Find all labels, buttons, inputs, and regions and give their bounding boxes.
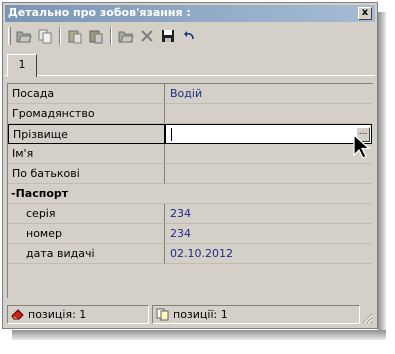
- row-label: Ім'я: [8, 144, 165, 164]
- window-title: Детально про зобов'язання :: [8, 6, 191, 19]
- status-panel-right: позиції: 1: [152, 305, 360, 324]
- row-value[interactable]: 02.10.2012: [165, 244, 372, 264]
- status-panel-left: позиція: 1: [7, 305, 149, 324]
- property-grid: Посада Водій Громадянство Прізвище ... І…: [7, 83, 373, 298]
- copy-icon: [156, 308, 170, 326]
- status-bar: позиція: 1 позиції: 1: [5, 303, 375, 326]
- mouse-cursor-icon: [353, 134, 371, 159]
- grid-row-number[interactable]: номер 234: [8, 224, 372, 244]
- group-label: Паспорт: [15, 187, 69, 200]
- grid-row-series[interactable]: серія 234: [8, 204, 372, 224]
- open-icon[interactable]: [14, 27, 34, 45]
- row-label: Прізвище: [8, 124, 165, 144]
- row-label: Посада: [8, 84, 165, 104]
- row-value[interactable]: Водій: [165, 84, 372, 104]
- toolbar: [5, 24, 375, 48]
- window-shadow-right: [378, 12, 386, 338]
- undo-icon[interactable]: [179, 27, 199, 45]
- grid-row-issue-date[interactable]: дата видачі 02.10.2012: [8, 244, 372, 264]
- detail-window: Детально про зобов'язання : x 1 Посада В…: [2, 2, 378, 329]
- toolbar-separator: [59, 27, 61, 45]
- row-label: серія: [8, 204, 165, 224]
- toolbar-separator: [110, 27, 112, 45]
- text-caret: [171, 128, 172, 141]
- grid-row-patronymic[interactable]: По батькові: [8, 164, 372, 184]
- row-value[interactable]: 234: [165, 224, 372, 244]
- row-label: дата видачі: [8, 244, 165, 264]
- copy-icon[interactable]: [35, 27, 55, 45]
- row-label: Громадянство: [8, 104, 165, 124]
- status-position: позиція: 1: [28, 308, 87, 321]
- row-value[interactable]: [165, 144, 372, 164]
- open-folder-icon[interactable]: [116, 27, 136, 45]
- grid-row-surname[interactable]: Прізвище ...: [8, 124, 372, 144]
- group-header: -Паспорт: [8, 184, 372, 204]
- grid-row-citizenship[interactable]: Громадянство: [8, 104, 372, 124]
- resize-grip-icon[interactable]: [361, 312, 373, 324]
- row-value[interactable]: 234: [165, 204, 372, 224]
- tab-1[interactable]: 1: [7, 54, 37, 77]
- title-bar[interactable]: Детально про зобов'язання : x: [5, 5, 375, 22]
- grid-row-first-name[interactable]: Ім'я: [8, 144, 372, 164]
- surname-input[interactable]: ...: [165, 124, 372, 144]
- save-icon[interactable]: [158, 27, 178, 45]
- grid-row-position[interactable]: Посада Водій: [8, 84, 372, 104]
- eraser-icon: [11, 308, 25, 325]
- delete-icon[interactable]: [137, 27, 157, 45]
- paste-icon[interactable]: [65, 27, 85, 45]
- row-value[interactable]: [165, 164, 372, 184]
- grid-group-passport[interactable]: -Паспорт: [8, 184, 372, 204]
- toolbar-grip[interactable]: [8, 27, 11, 45]
- row-label: номер: [8, 224, 165, 244]
- row-value[interactable]: [165, 104, 372, 124]
- tab-strip: 1: [5, 52, 375, 77]
- paste-special-icon[interactable]: [86, 27, 106, 45]
- window-shadow-bottom: [12, 330, 386, 340]
- close-button[interactable]: x: [358, 7, 372, 20]
- row-label: По батькові: [8, 164, 165, 184]
- status-positions: позиції: 1: [173, 308, 228, 321]
